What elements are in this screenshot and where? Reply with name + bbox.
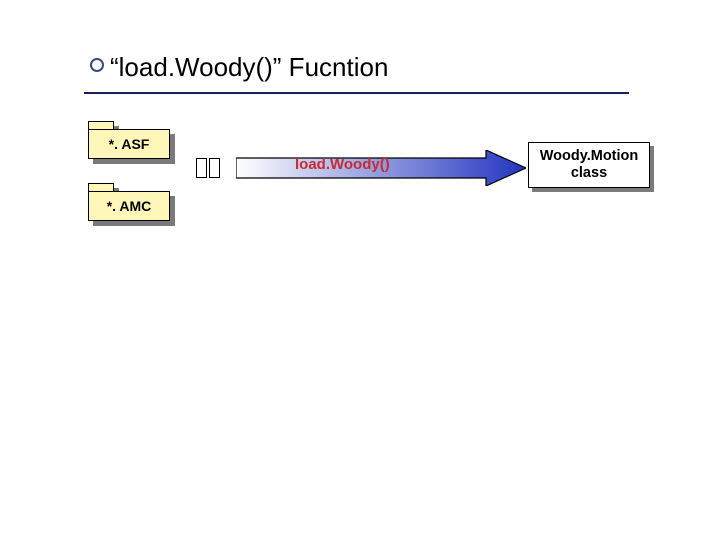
small-box: [209, 158, 220, 178]
folder-amc-label: *. AMC: [107, 198, 152, 214]
slide-title-wrap: “load.Woody()” Fucntion: [110, 52, 630, 83]
title-underline: [84, 92, 629, 94]
class-box-label: Woody.Motionclass: [540, 148, 639, 181]
class-box: Woody.Motionclass: [528, 142, 654, 192]
class-box-front: Woody.Motionclass: [528, 142, 650, 188]
folder-asf: *. ASF: [88, 118, 176, 160]
folder-body: *. ASF: [88, 129, 170, 159]
slide-title: “load.Woody()” Fucntion: [110, 52, 630, 83]
folder-body: *. AMC: [88, 191, 170, 221]
folder-asf-label: *. ASF: [109, 136, 150, 152]
arrow-label: load.Woody(): [295, 156, 390, 173]
title-bullet-icon: [90, 58, 104, 72]
small-box-pair: [196, 158, 220, 178]
folder-amc: *. AMC: [88, 180, 176, 222]
small-box: [196, 158, 207, 178]
